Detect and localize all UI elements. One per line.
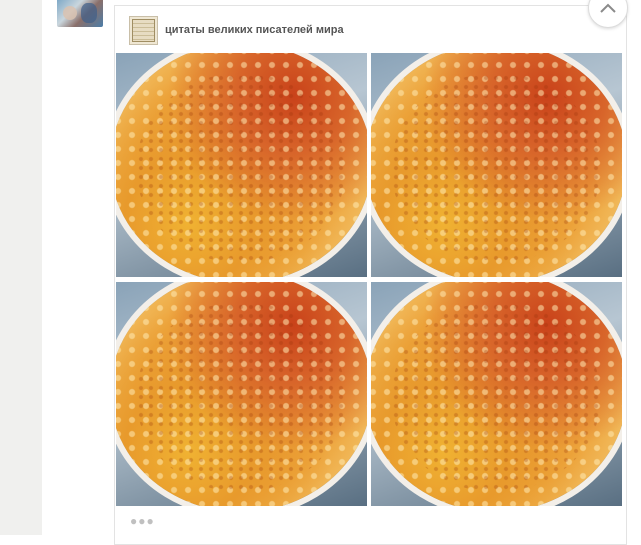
pancake-texture xyxy=(136,302,346,492)
pancake-texture xyxy=(136,73,346,263)
chevron-up-icon xyxy=(600,3,616,13)
post-photo-4[interactable] xyxy=(371,282,622,506)
post-photo-2[interactable] xyxy=(371,53,622,277)
avatar-face-shape xyxy=(63,6,77,20)
user-avatar[interactable] xyxy=(57,0,103,27)
group-name-link[interactable]: цитаты великих писателей мира xyxy=(165,24,344,36)
more-dots-icon[interactable]: ●●● xyxy=(130,514,155,528)
post-header: цитаты великих писателей мира xyxy=(129,14,344,46)
pancake-texture xyxy=(391,302,601,492)
photo-grid xyxy=(116,53,626,507)
post-photo-3[interactable] xyxy=(116,282,367,506)
group-logo-icon[interactable] xyxy=(129,15,158,45)
left-sidebar-strip xyxy=(0,0,42,535)
book-cover-icon xyxy=(132,18,155,42)
avatar-figure-shape xyxy=(81,3,97,23)
pancake-texture xyxy=(391,73,601,263)
post-photo-1[interactable] xyxy=(116,53,367,277)
